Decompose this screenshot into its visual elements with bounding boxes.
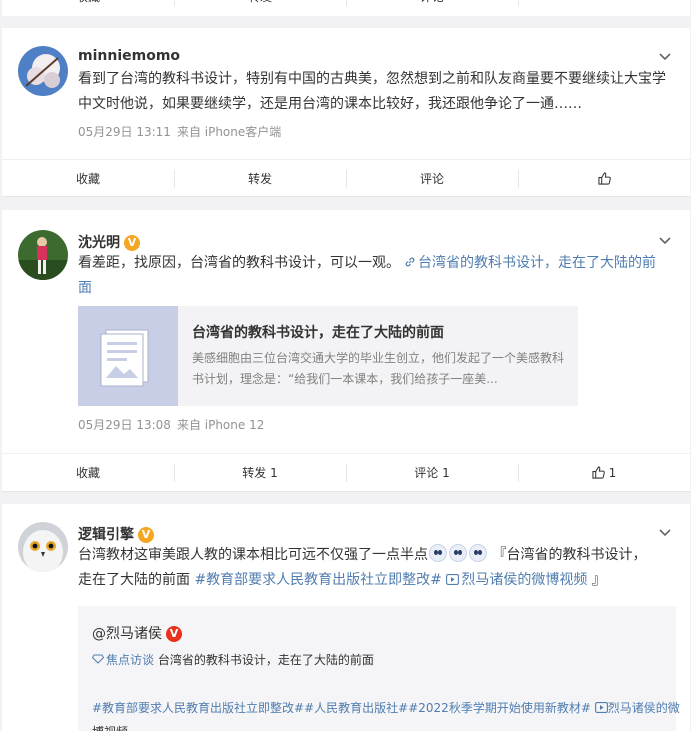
video-link[interactable]: 烈马诸侯的微博视频 bbox=[446, 572, 587, 588]
collect-label: 收藏 bbox=[75, 465, 100, 480]
video-icon bbox=[594, 702, 608, 713]
post-text: 台湾教材这审美跟人教的课本相比可远不仅强了一点半点 『台湾省的教科书设计， 走在… bbox=[78, 543, 666, 593]
thumbs-up-icon bbox=[592, 465, 605, 479]
post-text-c: 走在了大陆的前面 bbox=[78, 572, 190, 588]
repost-username-text: @烈马诸侯 bbox=[92, 626, 162, 642]
document-icon bbox=[100, 329, 149, 387]
repost-username[interactable]: @烈马诸侯 V bbox=[92, 623, 182, 643]
post-source: 来自 iPhone客户端 bbox=[176, 125, 282, 139]
post-meta: 05月29日 13:08 来自 iPhone 12 bbox=[78, 416, 264, 433]
username[interactable]: 逻辑引擎 V bbox=[78, 524, 154, 544]
post-card: minniemomo 看到了台湾的教科书设计，特别有中国的古典美，忽然想到之前和… bbox=[2, 28, 690, 197]
article-title: 台湾省的教科书设计，走在了大陆的前面 bbox=[192, 325, 444, 341]
topic-link[interactable]: 焦点访谈 bbox=[91, 653, 155, 667]
hashtag-links[interactable]: #教育部要求人民教育出版社立即整改##人民教育出版社##2022秋季学期开始使用… bbox=[92, 701, 591, 715]
video-link-text: 烈马诸侯的微博视频 bbox=[461, 572, 588, 588]
username-text: 逻辑引擎 bbox=[78, 527, 134, 543]
like-count: 1 bbox=[608, 465, 617, 480]
verified-badge: V bbox=[166, 626, 182, 642]
post-meta: 05月29日 13:11 来自 iPhone客户端 bbox=[78, 123, 281, 140]
post-time[interactable]: 05月29日 13:08 bbox=[78, 418, 171, 432]
username-text: 沈光明 bbox=[78, 235, 120, 251]
article-thumbnail bbox=[78, 306, 178, 406]
post-time[interactable]: 05月29日 13:11 bbox=[78, 125, 171, 139]
username[interactable]: 沈光明 V bbox=[78, 232, 140, 252]
chevron-down-icon[interactable] bbox=[658, 50, 672, 64]
avatar[interactable] bbox=[18, 522, 68, 572]
repost-button[interactable]: 转发 1 bbox=[174, 454, 346, 492]
repost-button[interactable]: 转发 bbox=[174, 0, 346, 16]
collect-button[interactable]: 收藏 bbox=[2, 454, 174, 492]
post-card: 逻辑引擎 V 台湾教材这审美跟人教的课本相比可远不仅强了一点半点 『台湾省的教科书… bbox=[2, 504, 690, 731]
comment-label: 评论 1 bbox=[414, 465, 450, 480]
surprised-emoji-icon bbox=[429, 544, 447, 562]
collect-button[interactable]: 收藏 bbox=[2, 0, 174, 16]
chevron-down-icon[interactable] bbox=[658, 526, 672, 540]
post-text: 看到了台湾的教科书设计，特别有中国的古典美，忽然想到之前和队友商量要不要继续让大… bbox=[78, 71, 666, 112]
article-card[interactable]: 台湾省的教科书设计，走在了大陆的前面 美感细胞由三位台湾交通大学的毕业生创立，他… bbox=[78, 306, 578, 406]
video-link-text: 烈马诸侯的微 bbox=[607, 701, 680, 715]
video-link-tail[interactable]: 博视频 bbox=[92, 722, 128, 731]
verified-badge: V bbox=[138, 527, 154, 543]
comment-button[interactable]: 评论 1 bbox=[346, 454, 518, 492]
post-text-b: 『台湾省的教科书设计， bbox=[492, 547, 647, 563]
link-icon bbox=[405, 257, 415, 267]
reposted-content[interactable]: @烈马诸侯 V 焦点访谈 台湾省的教科书设计，走在了大陆的前面 #教育部要求人民教… bbox=[78, 606, 680, 731]
verified-badge: V bbox=[124, 235, 140, 251]
username[interactable]: minniemomo bbox=[78, 48, 180, 64]
avatar-blossom-image bbox=[18, 46, 68, 96]
video-icon bbox=[446, 574, 460, 585]
comment-button[interactable]: 评论 bbox=[346, 160, 518, 198]
hashtag-link[interactable]: #教育部要求人民教育出版社立即整改# bbox=[194, 572, 441, 588]
post-source: 来自 iPhone 12 bbox=[176, 418, 265, 432]
comment-label: 评论 bbox=[419, 171, 444, 186]
repost-tags: #教育部要求人民教育出版社立即整改##人民教育出版社##2022秋季学期开始使用… bbox=[92, 698, 680, 718]
avatar[interactable] bbox=[18, 46, 68, 96]
repost-label: 转发 bbox=[248, 0, 272, 4]
collect-label: 收藏 bbox=[76, 0, 100, 4]
repost-label: 转发 bbox=[247, 171, 272, 186]
collect-label: 收藏 bbox=[75, 171, 100, 186]
repost-text: 焦点访谈 台湾省的教科书设计，走在了大陆的前面 bbox=[91, 650, 374, 670]
chevron-down-icon[interactable] bbox=[658, 234, 672, 248]
post-text-a: 台湾教材这审美跟人教的课本相比可远不仅强了一点半点 bbox=[78, 547, 428, 563]
repost-button[interactable]: 转发 bbox=[174, 160, 346, 198]
like-button[interactable] bbox=[518, 0, 690, 16]
avatar[interactable] bbox=[18, 230, 68, 280]
thumbs-up-icon bbox=[597, 171, 611, 185]
comment-button[interactable]: 评论 bbox=[346, 0, 518, 16]
avatar-golfer-image bbox=[18, 230, 68, 280]
like-button[interactable] bbox=[518, 160, 690, 198]
avatar-owl-image bbox=[18, 522, 68, 572]
like-button[interactable]: 1 bbox=[518, 454, 690, 492]
video-link[interactable]: 烈马诸侯的微 bbox=[594, 701, 680, 715]
post-card-top-partial: 收藏 转发 评论 bbox=[2, 0, 690, 16]
post-text-end: 』 bbox=[591, 572, 606, 588]
article-desc: 美感细胞由三位台湾交通大学的毕业生创立，他们发起了一个美感教科书计划，理念是：“… bbox=[192, 351, 565, 386]
repost-line: 台湾省的教科书设计，走在了大陆的前面 bbox=[157, 653, 374, 667]
surprised-emoji-icon bbox=[469, 544, 487, 562]
comment-label: 评论 bbox=[420, 0, 444, 4]
collect-button[interactable]: 收藏 bbox=[2, 160, 174, 198]
topic-text: 焦点访谈 bbox=[106, 653, 155, 667]
post-text-body: 看差距，找原因，台湾省的教科书设计，可以一观。 bbox=[78, 255, 400, 271]
diamond-icon bbox=[91, 654, 105, 664]
surprised-emoji-icon bbox=[449, 544, 467, 562]
post-card: 沈光明 V 看差距，找原因，台湾省的教科书设计，可以一观。 台湾省的教科书设计，走在… bbox=[2, 210, 690, 492]
post-text: 看差距，找原因，台湾省的教科书设计，可以一观。 台湾省的教科书设计，走在了大陆的前… bbox=[78, 251, 666, 301]
repost-label: 转发 1 bbox=[242, 465, 278, 480]
